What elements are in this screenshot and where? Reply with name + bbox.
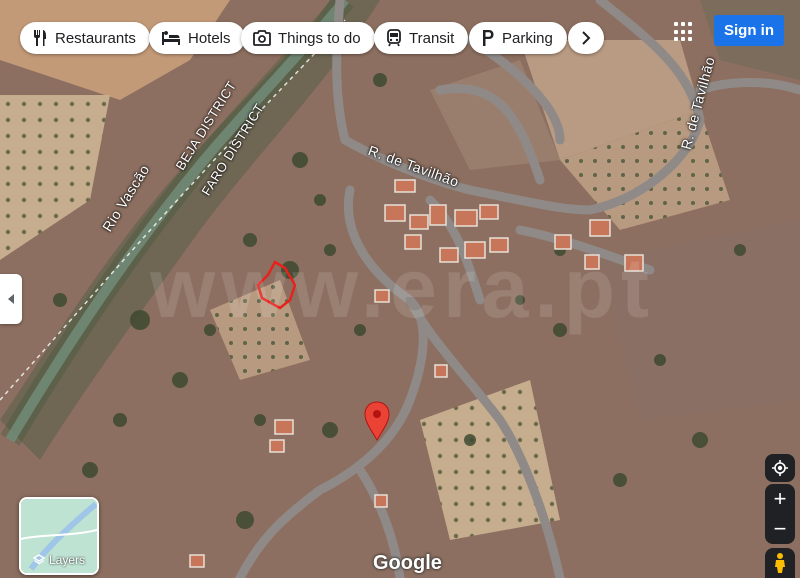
chip-label: Transit [409, 29, 455, 47]
transit-chip[interactable]: Transit [374, 22, 469, 54]
pegman-icon [775, 553, 785, 573]
chip-label: Restaurants [55, 29, 136, 47]
chip-label: Parking [502, 29, 553, 47]
layers-icon [32, 554, 45, 565]
hotels-chip[interactable]: Hotels [149, 22, 245, 54]
caret-left-icon [8, 294, 14, 304]
watermark: www.era.pt [150, 241, 655, 335]
chevron-right-icon [582, 31, 591, 45]
bed-icon [162, 31, 180, 45]
restaurants-chip[interactable]: Restaurants [20, 22, 150, 54]
parking-chip[interactable]: Parking [469, 22, 567, 54]
zoom-controls: + − [765, 484, 795, 544]
layers-button[interactable]: Layers [19, 497, 99, 575]
street-view-button[interactable] [765, 548, 795, 578]
layers-label: Layers [48, 553, 86, 567]
crosshair-icon [772, 460, 788, 476]
parking-icon [483, 30, 494, 46]
camera-icon [253, 30, 271, 46]
chip-label: Things to do [278, 29, 361, 47]
more-chips-button[interactable] [568, 22, 604, 54]
zoom-in-button[interactable]: + [765, 484, 795, 514]
train-icon [387, 29, 401, 47]
collapse-panel-button[interactable] [0, 274, 22, 324]
things-to-do-chip[interactable]: Things to do [241, 22, 375, 54]
google-logo: Google [373, 552, 442, 574]
fork-knife-icon [34, 30, 46, 46]
zoom-out-button[interactable]: − [765, 514, 795, 544]
apps-grid-icon[interactable] [674, 22, 694, 42]
my-location-button[interactable] [765, 454, 795, 482]
sign-in-button[interactable]: Sign in [714, 15, 784, 46]
chip-label: Hotels [188, 29, 231, 47]
